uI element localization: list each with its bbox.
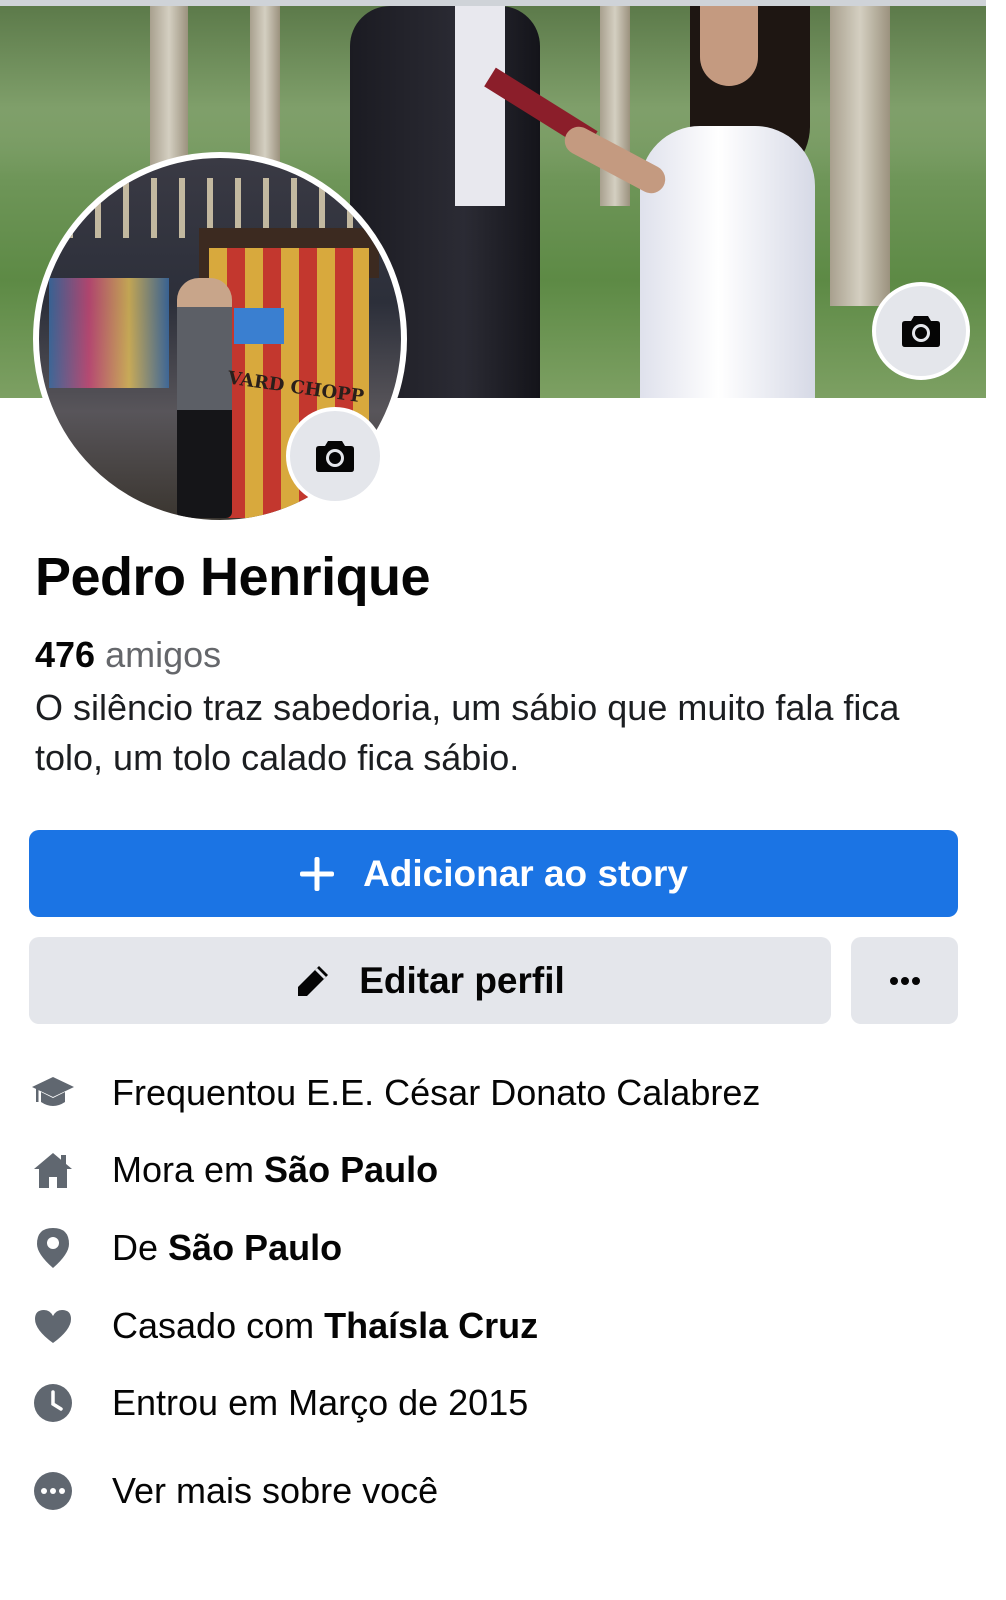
home-icon (30, 1147, 76, 1193)
edit-cover-photo-button[interactable] (872, 282, 970, 380)
edit-profile-label: Editar perfil (359, 959, 565, 1001)
cover-woman-face (700, 6, 758, 86)
profile-bio: O silêncio traz sabedoria, um sábio que … (35, 687, 900, 778)
add-to-story-button[interactable]: Adicionar ao story (29, 830, 958, 917)
heart-icon (30, 1303, 76, 1349)
clock-icon (30, 1380, 76, 1426)
avatar-stall-screen (234, 308, 284, 344)
pencil-icon (298, 965, 329, 996)
detail-relationship[interactable]: Casado com Thaísla Cruz (30, 1296, 970, 1356)
more-options-button[interactable] (851, 937, 958, 1024)
cover-man-shirt (455, 6, 505, 206)
detail-education-text: Frequentou E.E. César Donato Calabrez (112, 1072, 761, 1113)
graduation-cap-icon (30, 1070, 76, 1116)
detail-lives-place[interactable]: São Paulo (264, 1149, 438, 1190)
detail-from[interactable]: De São Paulo (30, 1218, 970, 1278)
see-more-text: Ver mais sobre você (112, 1470, 439, 1511)
edit-avatar-button[interactable] (286, 407, 384, 505)
detail-lives-prefix: Mora em (112, 1149, 265, 1190)
plus-icon (300, 856, 335, 891)
avatar-person (177, 278, 232, 518)
profile-name: Pedro Henrique (35, 547, 431, 607)
detail-relationship-partner[interactable]: Thaísla Cruz (324, 1305, 538, 1346)
camera-icon (902, 316, 940, 347)
more-dots-icon (30, 1468, 76, 1514)
add-to-story-label: Adicionar ao story (363, 852, 688, 894)
friends-label: amigos (105, 634, 222, 675)
location-pin-icon (30, 1225, 76, 1271)
avatar-shop-window (49, 278, 169, 388)
detail-joined: Entrou em Março de 2015 (30, 1373, 970, 1433)
detail-joined-text: Entrou em Março de 2015 (112, 1382, 529, 1423)
friends-count[interactable]: 476 amigos (35, 633, 221, 677)
see-more-about-you[interactable]: Ver mais sobre você (30, 1461, 970, 1521)
cover-trunk (830, 6, 890, 306)
detail-lives[interactable]: Mora em São Paulo (30, 1140, 970, 1200)
detail-from-text: De São Paulo (112, 1227, 342, 1269)
detail-relationship-text: Casado com Thaísla Cruz (112, 1305, 538, 1347)
cover-woman-dress (640, 126, 815, 398)
ellipsis-icon (889, 976, 920, 985)
detail-from-place[interactable]: São Paulo (168, 1227, 342, 1268)
edit-profile-button[interactable]: Editar perfil (29, 937, 831, 1024)
detail-relationship-prefix: Casado com (112, 1305, 325, 1346)
detail-from-prefix: De (112, 1227, 169, 1268)
detail-education[interactable]: Frequentou E.E. César Donato Calabrez (30, 1063, 970, 1123)
detail-lives-text: Mora em São Paulo (112, 1149, 438, 1191)
friends-number: 476 (35, 634, 96, 675)
camera-icon (316, 441, 354, 472)
